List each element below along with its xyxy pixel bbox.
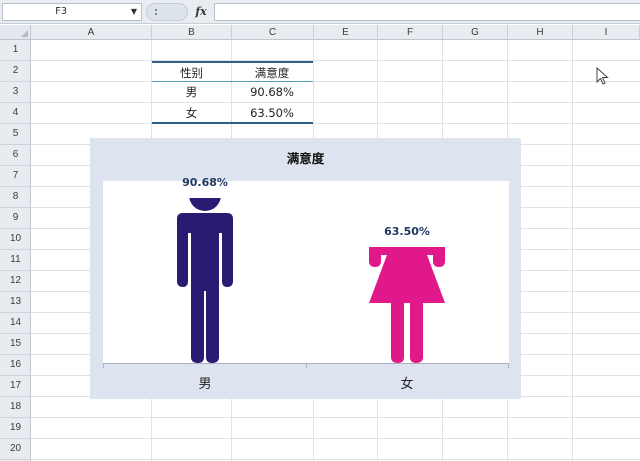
insert-function-button[interactable]: fx [190,3,212,21]
column-header-g[interactable]: G [443,25,508,40]
name-box-dropdown-icon[interactable]: ▼ [128,4,140,20]
category-label[interactable]: 男 [175,373,235,392]
row-header[interactable]: 20 [0,439,31,460]
column-header-i[interactable]: I [573,25,640,40]
female-figure-icon [369,247,445,363]
row-headers: 1 2 3 4 5 6 7 8 9 10 11 12 13 14 15 16 1… [0,40,31,461]
column-header-h[interactable]: H [508,25,573,40]
satisfaction-table: 性别 满意度 男 90.68% 女 63.50% [152,61,313,124]
bar-female-figure[interactable] [367,247,447,363]
cell-gender[interactable]: 男 [152,82,231,103]
column-header-c[interactable]: C [232,25,314,40]
chart-title[interactable]: 满意度 [90,148,521,167]
column-header-b[interactable]: B [152,25,232,40]
row-header[interactable]: 7 [0,166,31,187]
row-header[interactable]: 8 [0,187,31,208]
header-satisfaction[interactable]: 满意度 [231,63,313,81]
row-header[interactable]: 6 [0,145,31,166]
male-figure-icon [177,198,233,363]
row-header[interactable]: 3 [0,82,31,103]
header-gender[interactable]: 性别 [152,63,231,81]
data-label[interactable]: 63.50% [367,225,447,238]
axis-tick [508,363,509,368]
axis-tick [103,363,104,368]
row-header[interactable]: 14 [0,313,31,334]
row-header[interactable]: 13 [0,292,31,313]
plot-area[interactable] [103,181,509,363]
axis-tick [306,363,307,368]
row-header[interactable]: 18 [0,397,31,418]
cell-gender[interactable]: 女 [152,103,231,122]
drag-dots-icon [151,9,169,15]
table-row: 男 90.68% [152,82,313,103]
data-label[interactable]: 90.68% [165,176,245,189]
row-header[interactable]: 12 [0,271,31,292]
column-header-f[interactable]: F [378,25,443,40]
cell-satisfaction[interactable]: 63.50% [231,103,313,122]
row-header[interactable]: 11 [0,250,31,271]
row-header[interactable]: 15 [0,334,31,355]
table-row: 女 63.50% [152,103,313,124]
select-all-button[interactable] [0,25,31,40]
row-header[interactable]: 17 [0,376,31,397]
name-box[interactable]: F3 [2,3,142,21]
column-headers: A B C E F G H I [31,25,640,40]
table-header-row: 性别 满意度 [152,61,313,82]
row-header[interactable]: 19 [0,418,31,439]
column-header-e[interactable]: E [314,25,378,40]
row-header[interactable]: 1 [0,40,31,61]
mouse-cursor-icon [596,67,609,85]
spreadsheet-window: F3 ▼ fx A B C E F G H I 1 2 3 4 5 6 7 8 … [0,0,640,461]
row-header[interactable]: 4 [0,103,31,124]
bar-male-figure[interactable] [165,198,245,363]
row-header[interactable]: 10 [0,229,31,250]
row-header[interactable]: 5 [0,124,31,145]
satisfaction-chart[interactable]: 满意度 90.68% 63.50% 男 女 [90,138,521,399]
cell-satisfaction[interactable]: 90.68% [231,82,313,103]
formula-bar: F3 ▼ fx [0,0,640,24]
category-label[interactable]: 女 [377,373,437,392]
formula-input[interactable] [214,3,640,21]
column-header-a[interactable]: A [31,25,152,40]
row-header[interactable]: 2 [0,61,31,82]
row-header[interactable]: 9 [0,208,31,229]
row-header[interactable]: 16 [0,355,31,376]
